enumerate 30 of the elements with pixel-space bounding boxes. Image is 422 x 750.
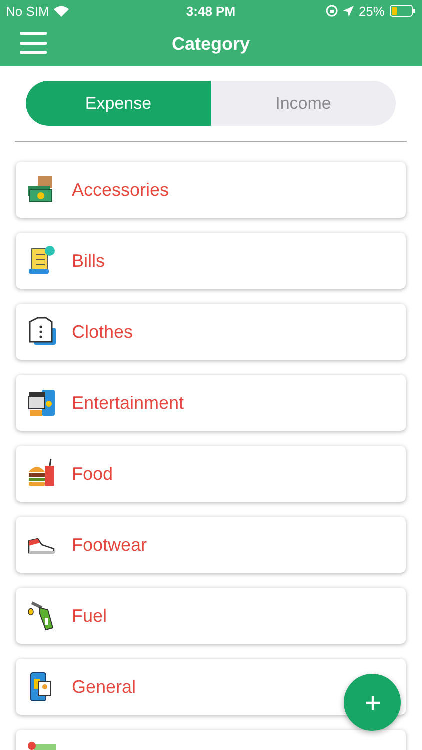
category-item[interactable]: Footwear bbox=[16, 517, 406, 573]
battery-percent-text: 25% bbox=[358, 4, 385, 18]
category-item[interactable]: Clothes bbox=[16, 304, 406, 360]
category-item[interactable]: Accessories bbox=[16, 162, 406, 218]
category-label: Clothes bbox=[72, 322, 134, 342]
carrier-text: No SIM bbox=[6, 4, 50, 18]
category-label: Fuel bbox=[72, 606, 108, 626]
rotation-lock-icon bbox=[326, 5, 338, 17]
receipt-icon bbox=[26, 245, 58, 277]
category-item[interactable]: General bbox=[16, 659, 406, 715]
battery-icon bbox=[390, 5, 416, 17]
plus-icon bbox=[364, 694, 380, 710]
category-item[interactable]: Fuel bbox=[16, 588, 406, 644]
location-arrow-icon bbox=[342, 6, 354, 16]
screen-title: Category bbox=[172, 34, 250, 54]
category-label: Entertainment bbox=[72, 392, 184, 414]
category-item[interactable]: Bills bbox=[16, 233, 406, 289]
category-label: Food bbox=[72, 464, 114, 484]
category-label: Footwear bbox=[72, 534, 148, 556]
wifi-icon bbox=[54, 6, 70, 16]
category-label: General bbox=[72, 676, 136, 698]
category-label: Bills bbox=[72, 250, 106, 272]
clapper-phone-icon bbox=[26, 387, 58, 419]
menu-button[interactable] bbox=[20, 32, 47, 54]
category-label: Accessories bbox=[72, 180, 170, 200]
clock-text: 3:48 PM bbox=[186, 4, 236, 18]
segment-tab[interactable]: Expense bbox=[26, 81, 211, 126]
category-item[interactable]: Entertainment bbox=[16, 375, 406, 431]
segment-tab[interactable]: Income bbox=[211, 81, 396, 126]
category-item[interactable]: Food bbox=[16, 446, 406, 502]
